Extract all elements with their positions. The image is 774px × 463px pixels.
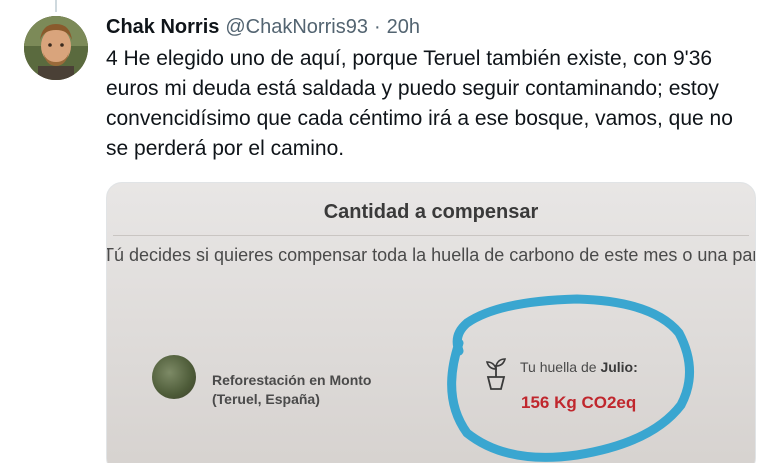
tweet-text: 4 He elegido uno de aquí, porque Teruel … [106,47,733,160]
tweet[interactable]: Chak Norris @ChakNorris93 · 20h 4 He ele… [0,0,774,463]
tweet-header: Chak Norris @ChakNorris93 · 20h [106,14,760,40]
thread-connector-line [55,0,57,12]
separator-dot: · [373,16,381,38]
tweet-timestamp[interactable]: 20h [387,14,420,40]
avatar[interactable] [24,16,88,80]
hand-drawn-highlight-circle [447,294,694,462]
user-handle[interactable]: @ChakNorris93 [225,14,368,40]
tweet-media-photo[interactable]: Cantidad a compensar Tú decides si quier… [106,182,756,463]
display-name[interactable]: Chak Norris [106,14,219,40]
photo-screen: Cantidad a compensar Tú decides si quier… [107,183,755,463]
tweet-content: Chak Norris @ChakNorris93 · 20h 4 He ele… [106,14,760,164]
avatar-photo [24,16,88,80]
